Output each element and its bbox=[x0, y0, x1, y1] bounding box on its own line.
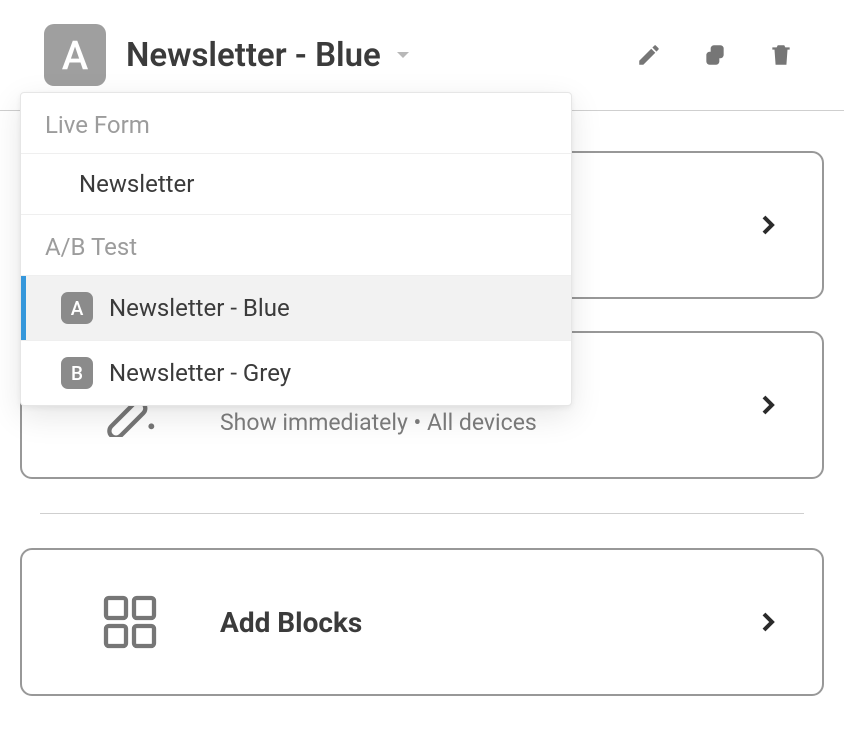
chevron-right-icon bbox=[756, 213, 780, 237]
variant-badge-small: B bbox=[61, 357, 93, 389]
variant-dropdown: Live Form Newsletter A/B Test A Newslett… bbox=[20, 92, 572, 406]
edit-button[interactable] bbox=[634, 40, 664, 70]
variant-badge: A bbox=[44, 24, 106, 86]
page-title: Newsletter - Blue bbox=[126, 36, 381, 75]
duplicate-button[interactable] bbox=[700, 40, 730, 70]
chevron-right-icon bbox=[756, 610, 780, 634]
pencil-icon bbox=[636, 42, 662, 68]
dropdown-section-live-form: Live Form bbox=[21, 93, 571, 154]
variant-badge-letter: B bbox=[71, 362, 83, 385]
toolbar bbox=[634, 40, 800, 70]
dropdown-section-ab-test: A/B Test bbox=[21, 215, 571, 276]
variant-badge-small: A bbox=[61, 292, 93, 324]
dropdown-item-variant-a[interactable]: A Newsletter - Blue bbox=[21, 276, 571, 341]
targeting-card-subtitle: Show immediately • All devices bbox=[220, 409, 756, 436]
add-blocks-card-icon-wrap bbox=[98, 590, 162, 654]
chevron-right-icon bbox=[756, 393, 780, 417]
dropdown-item-label: Newsletter - Grey bbox=[109, 359, 291, 387]
blocks-icon bbox=[98, 590, 162, 654]
dropdown-item-newsletter[interactable]: Newsletter bbox=[21, 154, 571, 215]
delete-button[interactable] bbox=[766, 40, 796, 70]
trash-icon bbox=[768, 42, 794, 68]
chevron-wrap bbox=[756, 393, 780, 417]
dropdown-toggle[interactable] bbox=[395, 47, 411, 63]
add-blocks-card-body: Add Blocks bbox=[220, 606, 756, 639]
chevron-wrap bbox=[756, 610, 780, 634]
chevron-wrap bbox=[756, 213, 780, 237]
caret-down-icon bbox=[395, 47, 411, 63]
variant-badge-letter: A bbox=[71, 297, 84, 320]
dropdown-item-label: Newsletter - Blue bbox=[109, 294, 290, 322]
copy-icon bbox=[702, 42, 728, 68]
add-blocks-card[interactable]: Add Blocks bbox=[20, 548, 824, 696]
add-blocks-card-title: Add Blocks bbox=[220, 606, 756, 639]
dropdown-item-variant-b[interactable]: B Newsletter - Grey bbox=[21, 341, 571, 405]
dropdown-item-label: Newsletter bbox=[79, 170, 194, 198]
section-divider bbox=[40, 513, 804, 514]
variant-badge-letter: A bbox=[62, 32, 89, 79]
